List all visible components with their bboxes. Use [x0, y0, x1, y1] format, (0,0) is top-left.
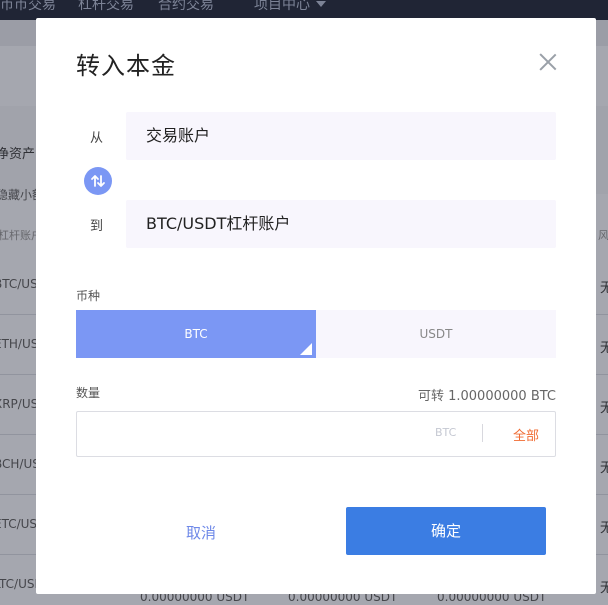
from-label: 从 — [90, 131, 104, 146]
quantity-field: BTC 全部 — [76, 411, 556, 457]
quantity-input[interactable] — [77, 412, 417, 456]
available-amount: 可转 1.00000000 BTC — [417, 389, 556, 404]
cancel-button[interactable]: 取消 — [186, 522, 216, 543]
swap-arrows-icon[interactable] — [84, 167, 112, 195]
divider — [482, 424, 483, 442]
coin-option-btc[interactable]: BTC — [76, 310, 316, 358]
coin-option-label: USDT — [419, 327, 453, 341]
transfer-principal-dialog: 转入本金 从 交易账户 到 BTC/USDT杠杆账户 币种 BTC USDT 数… — [36, 18, 596, 594]
close-icon[interactable] — [536, 50, 560, 74]
to-account-select[interactable]: BTC/USDT杠杆账户 — [126, 200, 556, 248]
confirm-button[interactable]: 确定 — [346, 507, 546, 555]
coin-selector: BTC USDT — [76, 310, 556, 358]
dialog-title: 转入本金 — [76, 52, 176, 80]
selected-corner-icon — [300, 343, 312, 355]
coin-option-usdt[interactable]: USDT — [316, 310, 556, 358]
coin-option-label: BTC — [184, 327, 208, 341]
from-account-select[interactable]: 交易账户 — [126, 112, 556, 160]
coin-label: 币种 — [76, 289, 101, 303]
transfer-all-button[interactable]: 全部 — [513, 425, 539, 444]
quantity-unit: BTC — [435, 426, 457, 439]
quantity-label: 数量 — [76, 386, 101, 400]
to-label: 到 — [90, 219, 104, 234]
